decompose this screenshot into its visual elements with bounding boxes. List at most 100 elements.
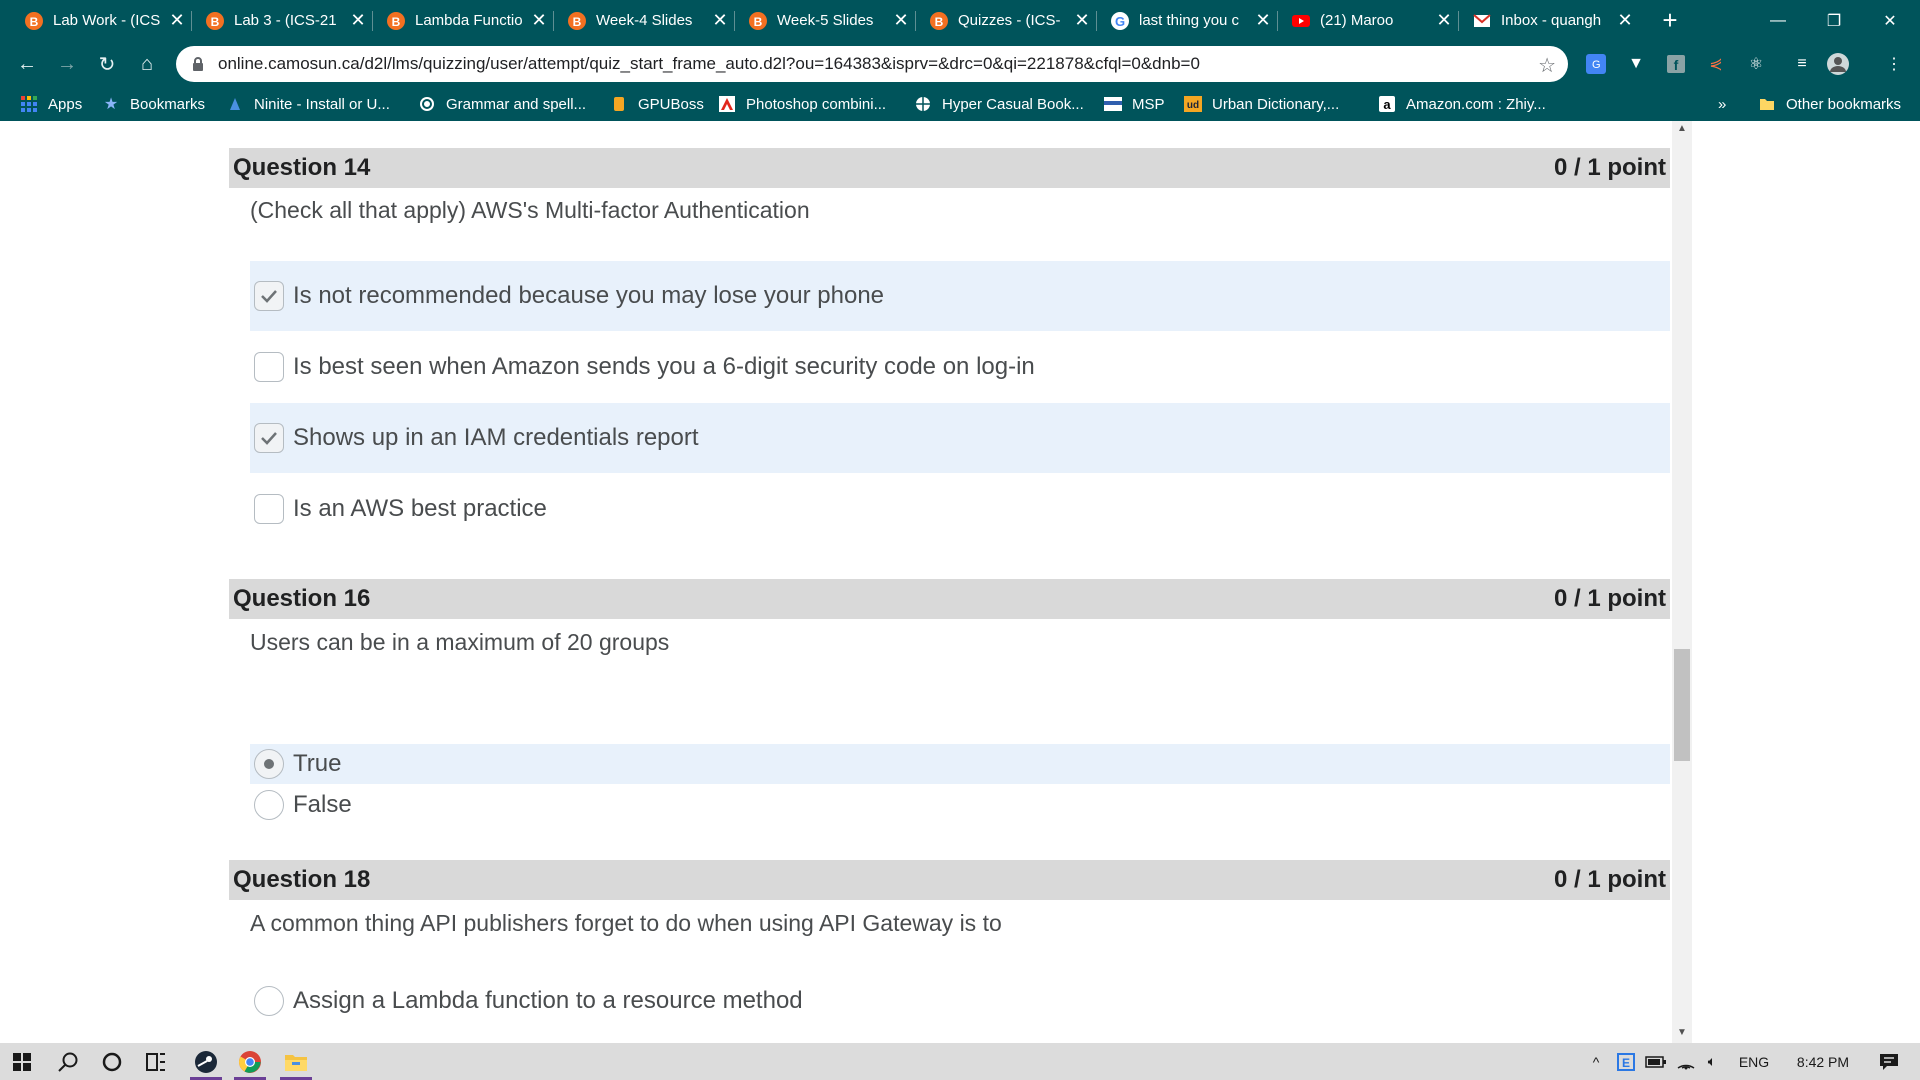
tab-youtube-maroon[interactable]: (21) Maroo ✕	[1279, 0, 1459, 41]
folder-icon	[1758, 95, 1776, 113]
media-queue-icon[interactable]: ≡	[1790, 52, 1814, 76]
option-label: Assign a Lambda function to a resource m…	[293, 987, 803, 1014]
radio-button[interactable]	[254, 986, 284, 1016]
file-explorer-icon[interactable]	[278, 1043, 314, 1080]
gpuboss-icon	[610, 95, 628, 113]
option-row[interactable]: Assign a Lambda function to a resource m…	[250, 979, 1670, 1023]
minimize-icon[interactable]: —	[1750, 0, 1806, 41]
checkbox[interactable]	[254, 494, 284, 524]
option-row[interactable]: Is not recommended because you may lose …	[250, 261, 1670, 331]
forward-icon[interactable]: →	[52, 49, 82, 79]
option-row[interactable]: True	[250, 744, 1670, 784]
tab-title: Lab Work - (ICS	[53, 12, 161, 29]
tab-gmail-inbox[interactable]: Inbox - quangh ✕	[1460, 0, 1640, 41]
tab-title: Inbox - quangh	[1501, 12, 1602, 29]
close-icon[interactable]: ✕	[1253, 10, 1273, 31]
bookmark-msp[interactable]: MSP	[1104, 87, 1165, 121]
bookmark-ninite[interactable]: Ninite - Install or U...	[226, 87, 390, 121]
globe-icon	[914, 95, 932, 113]
bookmark-label: Bookmarks	[130, 95, 206, 113]
task-view-icon[interactable]	[138, 1043, 174, 1080]
option-row[interactable]: Is an AWS best practice	[250, 474, 1670, 544]
wifi-icon[interactable]	[1674, 1043, 1698, 1080]
scroll-down-arrow-icon[interactable]: ▼	[1672, 1027, 1692, 1038]
steam-icon[interactable]	[188, 1043, 224, 1080]
cortana-icon[interactable]	[94, 1043, 130, 1080]
bookmark-amazon[interactable]: a Amazon.com : Zhiy...	[1378, 87, 1546, 121]
tab-lambda-functions[interactable]: B Lambda Functio ✕	[374, 0, 554, 41]
bookmarks-overflow-button[interactable]: »	[1718, 87, 1726, 121]
checkbox[interactable]	[254, 423, 284, 453]
svg-text:a: a	[1383, 97, 1391, 112]
search-icon[interactable]	[50, 1043, 86, 1080]
react-devtools-icon[interactable]: ⚛	[1744, 52, 1768, 76]
svg-text:B: B	[30, 15, 39, 29]
question-header: Question 14 0 / 1 point	[229, 148, 1670, 188]
close-icon[interactable]: ✕	[167, 10, 187, 31]
radio-button[interactable]	[254, 749, 284, 779]
tab-week-4-slides[interactable]: B Week-4 Slides ✕	[555, 0, 735, 41]
bookmark-bookmarks[interactable]: ★ Bookmarks	[102, 87, 205, 121]
close-icon[interactable]: ✕	[348, 10, 368, 31]
svg-text:B: B	[392, 15, 401, 29]
restore-icon[interactable]: ❐	[1806, 0, 1862, 41]
new-tab-button[interactable]: +	[1657, 6, 1683, 34]
adobe-icon	[718, 95, 736, 113]
youtube-icon	[1291, 11, 1311, 31]
bookmark-photoshop[interactable]: Photoshop combini...	[718, 87, 886, 121]
option-label: Is an AWS best practice	[293, 495, 547, 522]
close-icon[interactable]: ✕	[1434, 10, 1454, 31]
volume-icon[interactable]: 🔈︎	[1700, 1043, 1724, 1080]
bookmark-apps[interactable]: Apps	[20, 87, 82, 121]
tab-lab-work[interactable]: B Lab Work - (ICS ✕	[12, 0, 192, 41]
checkbox[interactable]	[254, 281, 284, 311]
bookmark-urban-dictionary[interactable]: ud Urban Dictionary,...	[1184, 87, 1339, 121]
option-row[interactable]: Is best seen when Amazon sends you a 6-d…	[250, 332, 1670, 402]
close-window-icon[interactable]: ✕	[1862, 0, 1918, 41]
close-icon[interactable]: ✕	[529, 10, 549, 31]
tab-quizzes[interactable]: B Quizzes - (ICS- ✕	[917, 0, 1097, 41]
bookmark-star-icon[interactable]: ☆	[1538, 53, 1556, 78]
scrollbar-thumb[interactable]	[1674, 649, 1690, 761]
question-title: Question 18	[233, 866, 371, 893]
question-points: 0 / 1 point	[1553, 154, 1666, 181]
share-extension-icon[interactable]: ⋞	[1704, 52, 1728, 76]
tab-google-search[interactable]: G last thing you c ✕	[1098, 0, 1278, 41]
google-translate-icon[interactable]: G	[1584, 52, 1608, 76]
bookmark-gpuboss[interactable]: GPUBoss	[610, 87, 704, 121]
language-indicator[interactable]: ENG	[1734, 1043, 1774, 1080]
vimeo-extension-icon[interactable]: ▼	[1624, 52, 1648, 76]
chrome-icon[interactable]	[232, 1043, 268, 1080]
facebook-extension-icon[interactable]: f	[1664, 52, 1688, 76]
chevron-up-icon[interactable]: ^	[1584, 1043, 1608, 1080]
clock[interactable]: 8:42 PM	[1780, 1043, 1866, 1080]
checkbox[interactable]	[254, 352, 284, 382]
bookmark-grammar[interactable]: Grammar and spell...	[418, 87, 586, 121]
close-icon[interactable]: ✕	[1072, 10, 1092, 31]
radio-button[interactable]	[254, 790, 284, 820]
msp-icon	[1104, 95, 1122, 113]
back-icon[interactable]: ←	[12, 49, 42, 79]
close-icon[interactable]: ✕	[1615, 10, 1635, 31]
option-row[interactable]: False	[250, 785, 1670, 825]
scroll-up-arrow-icon[interactable]: ▲	[1672, 123, 1692, 134]
option-row[interactable]: Shows up in an IAM credentials report	[250, 403, 1670, 473]
tab-lab-3[interactable]: B Lab 3 - (ICS-21 ✕	[193, 0, 373, 41]
bookmark-label: Amazon.com : Zhiy...	[1406, 95, 1546, 113]
battery-icon[interactable]	[1644, 1043, 1668, 1080]
windows-start-icon[interactable]	[6, 1043, 38, 1080]
other-bookmarks[interactable]: Other bookmarks	[1758, 87, 1901, 121]
edge-tray-icon[interactable]: E	[1614, 1043, 1638, 1080]
option-label: False	[293, 791, 352, 818]
address-bar[interactable]: online.camosun.ca/d2l/lms/quizzing/user/…	[176, 46, 1568, 82]
close-icon[interactable]: ✕	[710, 10, 730, 31]
reload-icon[interactable]: ↻	[92, 49, 122, 79]
action-center-icon[interactable]	[1866, 1043, 1912, 1080]
tab-week-5-slides[interactable]: B Week-5 Slides ✕	[736, 0, 916, 41]
home-icon[interactable]: ⌂	[132, 49, 162, 79]
page-scrollbar[interactable]: ▲ ▼	[1672, 121, 1692, 1043]
menu-kebab-icon[interactable]: ⋮	[1882, 52, 1906, 76]
close-icon[interactable]: ✕	[891, 10, 911, 31]
profile-avatar[interactable]	[1826, 52, 1850, 76]
bookmark-hyper-casual[interactable]: Hyper Casual Book...	[914, 87, 1084, 121]
